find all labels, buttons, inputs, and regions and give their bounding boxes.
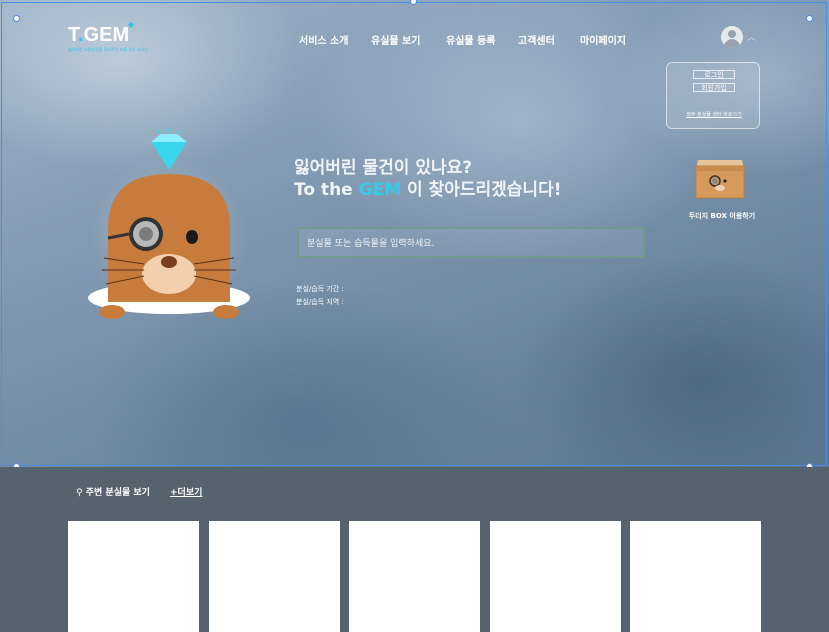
user-avatar-icon[interactable] xyxy=(721,26,743,48)
nav-my-page[interactable]: 마이페이지 xyxy=(580,32,626,47)
region-label: 분실/습득 지역 : xyxy=(296,298,344,306)
logo-gem-icon: ◆ xyxy=(128,20,135,29)
lost-item-card[interactable] xyxy=(68,521,199,632)
nav-view-lost-items[interactable]: 유실물 보기 xyxy=(371,32,420,47)
nearby-title: ⚲ 주변 분실물 보기 xyxy=(76,488,150,498)
logo-tagline: 잃어버린 소중한것을 찾아주는 보물 같은 서비스 xyxy=(68,47,148,52)
selection-handle[interactable] xyxy=(806,15,813,22)
period-label: 분실/습득 기간 : xyxy=(296,285,344,293)
signup-button[interactable]: 회원가입 xyxy=(693,83,735,92)
account-dropdown: 로그인 회원가입 외부 분실물 센터 바로가기 xyxy=(666,62,760,129)
tgem-logo[interactable]: T.GEM ◆ 잃어버린 소중한것을 찾아주는 보물 같은 서비스 xyxy=(68,20,148,54)
headline-line-1: 잃어버린 물건이 있나요? xyxy=(294,158,473,178)
headline-line-2: To the GEM 이 찾아드리겠습니다! xyxy=(294,180,562,200)
lost-item-card[interactable] xyxy=(209,521,340,632)
mole-box-label[interactable]: 두더지 BOX 이용하기 xyxy=(680,211,764,221)
search-input[interactable] xyxy=(305,234,639,253)
brand-highlight: GEM xyxy=(358,180,402,200)
selection-handle[interactable] xyxy=(13,15,20,22)
hero-section: T.GEM ◆ 잃어버린 소중한것을 찾아주는 보물 같은 서비스 서비스 소개… xyxy=(0,0,829,467)
search-icon: ⚲ xyxy=(76,488,86,498)
logo-word: GEM xyxy=(83,24,130,46)
hero-headline: 잃어버린 물건이 있나요? To the GEM 이 찾아드리겠습니다! xyxy=(294,157,561,201)
lost-item-search-box xyxy=(297,227,645,258)
mole-box-icon[interactable] xyxy=(694,154,746,200)
nav-customer-center[interactable]: 고객센터 xyxy=(518,32,555,47)
chevron-up-icon[interactable]: ︿ xyxy=(747,30,756,43)
login-button[interactable]: 로그인 xyxy=(693,70,735,79)
mole-mascot-illustration xyxy=(88,128,250,319)
external-lost-center-link[interactable]: 외부 분실물 센터 바로가기 xyxy=(667,111,761,118)
nav-register-lost-item[interactable]: 유실물 등록 xyxy=(446,32,495,47)
more-link[interactable]: +더보기 xyxy=(170,485,202,498)
nav-service-intro[interactable]: 서비스 소개 xyxy=(299,32,348,47)
lost-item-card[interactable] xyxy=(630,521,761,632)
lost-item-card[interactable] xyxy=(490,521,621,632)
lost-item-card[interactable] xyxy=(349,521,480,632)
logo-letter: T xyxy=(68,24,78,46)
